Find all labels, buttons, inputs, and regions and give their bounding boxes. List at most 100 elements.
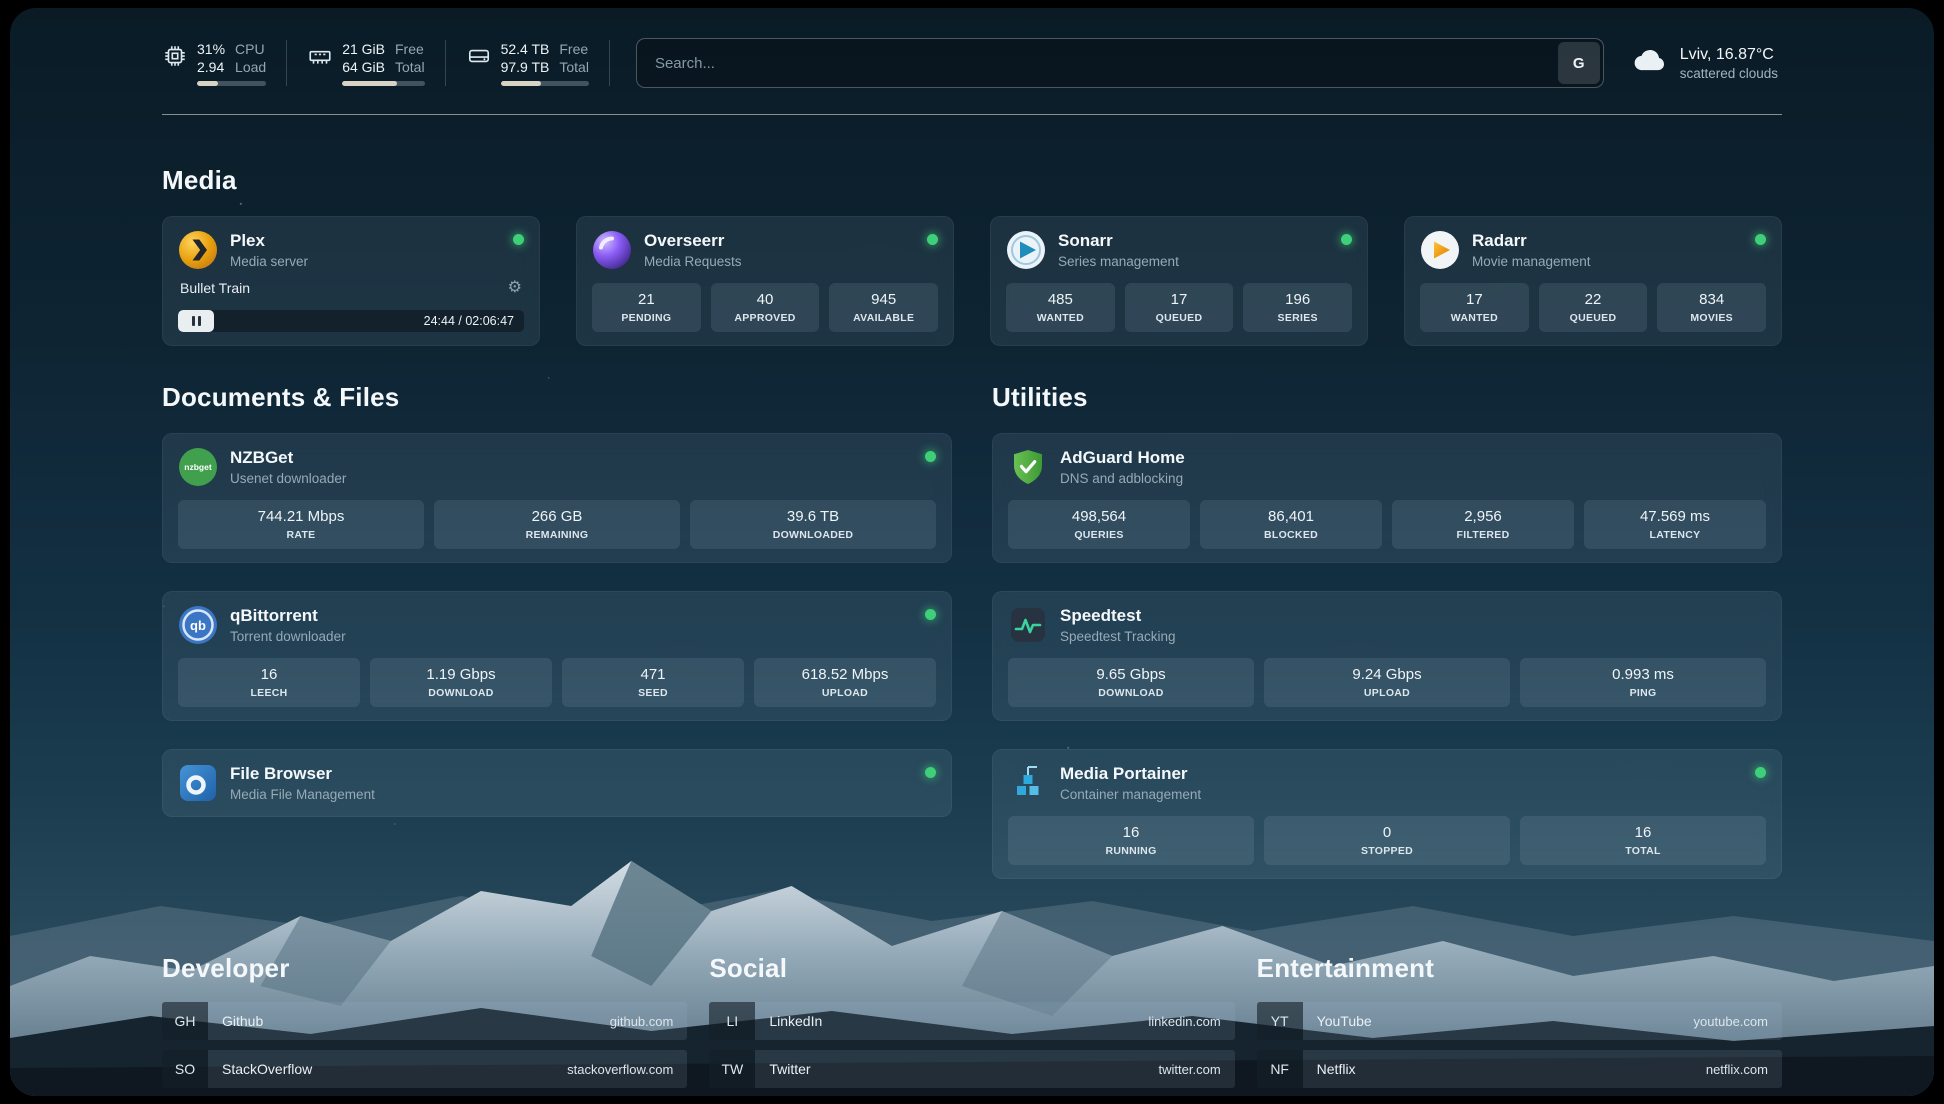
radarr-icon <box>1420 230 1460 270</box>
stat-box: 2,956 FILTERED <box>1392 500 1574 549</box>
stat-label: DOWNLOAD <box>1012 687 1250 699</box>
stat-box: 47.569 ms LATENCY <box>1584 500 1766 549</box>
pause-button[interactable] <box>178 310 214 332</box>
stat-value: 9.65 Gbps <box>1012 666 1250 683</box>
dashboard: 31% 2.94 CPU Load <box>10 8 1934 1096</box>
stat-value: 21 <box>596 291 697 308</box>
stat-box: 21 PENDING <box>592 283 701 332</box>
stat-label: RATE <box>182 529 420 541</box>
card-subtitle: Media Requests <box>644 254 742 269</box>
bookmark-github[interactable]: GH Github github.com <box>162 1002 687 1040</box>
nzbget-card[interactable]: nzbget NZBGet Usenet downloader 744.21 M… <box>162 433 952 563</box>
stat-value: 266 GB <box>438 508 676 525</box>
card-subtitle: Media File Management <box>230 787 375 802</box>
stat-value: 744.21 Mbps <box>182 508 420 525</box>
memory-total-value: 64 GiB <box>342 58 385 76</box>
overseerr-card[interactable]: Overseerr Media Requests 21 PENDING 40 A… <box>576 216 954 346</box>
card-subtitle: Speedtest Tracking <box>1060 629 1176 644</box>
stat-label: QUERIES <box>1012 529 1186 541</box>
bookmark-abbr: NF <box>1257 1050 1303 1088</box>
resource-widgets: 31% 2.94 CPU Load <box>162 40 610 86</box>
stat-label: REMAINING <box>438 529 676 541</box>
status-dot <box>1755 767 1766 778</box>
radarr-card[interactable]: Radarr Movie management 17 WANTED 22 QUE… <box>1404 216 1782 346</box>
stat-label: STOPPED <box>1268 845 1506 857</box>
search-provider-button[interactable]: G <box>1558 42 1600 84</box>
svg-text:nzbget: nzbget <box>184 462 212 472</box>
stat-box: 9.65 Gbps DOWNLOAD <box>1008 658 1254 707</box>
memory-usage-bar <box>342 81 424 86</box>
stat-value: 39.6 TB <box>694 508 932 525</box>
bookmark-stackoverflow[interactable]: SO StackOverflow stackoverflow.com <box>162 1050 687 1088</box>
search-input[interactable] <box>653 54 1558 73</box>
stat-label: DOWNLOADED <box>694 529 932 541</box>
stat-label: AVAILABLE <box>833 312 934 324</box>
bookmark-url: linkedin.com <box>1148 1014 1234 1029</box>
card-title: Overseerr <box>644 231 742 251</box>
playback-time: 24:44 / 02:06:47 <box>424 314 524 328</box>
bookmark-abbr: GH <box>162 1002 208 1040</box>
adguard-icon <box>1008 447 1048 487</box>
bookmark-name: Github <box>208 1013 263 1029</box>
stat-value: 16 <box>182 666 356 683</box>
stat-value: 1.19 Gbps <box>374 666 548 683</box>
search-bar[interactable]: G <box>636 38 1604 88</box>
overseerr-icon <box>592 230 632 270</box>
speedtest-card[interactable]: Speedtest Speedtest Tracking 9.65 Gbps D… <box>992 591 1782 721</box>
bookmark-abbr: TW <box>709 1050 755 1088</box>
plex-card[interactable]: Plex Media server Bullet Train ⚙ 24:44 /… <box>162 216 540 346</box>
stat-value: 17 <box>1424 291 1525 308</box>
stat-value: 2,956 <box>1396 508 1570 525</box>
cpu-percent: 31% <box>197 40 225 58</box>
speedtest-icon <box>1008 605 1048 645</box>
playback-progress-bar[interactable]: 24:44 / 02:06:47 <box>178 310 524 332</box>
stat-box: 498,564 QUERIES <box>1008 500 1190 549</box>
adguard-card[interactable]: AdGuard Home DNS and adblocking 498,564 … <box>992 433 1782 563</box>
bookmark-linkedin[interactable]: LI LinkedIn linkedin.com <box>709 1002 1234 1040</box>
memory-total-label: Total <box>395 58 425 76</box>
stat-value: 9.24 Gbps <box>1268 666 1506 683</box>
qbittorrent-card[interactable]: qb qBittorrent Torrent downloader 16 LEE… <box>162 591 952 721</box>
stat-box: 16 RUNNING <box>1008 816 1254 865</box>
stat-box: 945 AVAILABLE <box>829 283 938 332</box>
section-title-entertainment: Entertainment <box>1257 953 1782 984</box>
stat-box: 0.993 ms PING <box>1520 658 1766 707</box>
bookmark-youtube[interactable]: YT YouTube youtube.com <box>1257 1002 1782 1040</box>
stat-value: 0.993 ms <box>1524 666 1762 683</box>
bookmark-name: Twitter <box>755 1061 810 1077</box>
bookmark-abbr: SO <box>162 1050 208 1088</box>
bookmark-twitter[interactable]: TW Twitter twitter.com <box>709 1050 1234 1088</box>
sonarr-card[interactable]: Sonarr Series management 485 WANTED 17 Q… <box>990 216 1368 346</box>
card-subtitle: Series management <box>1058 254 1179 269</box>
disk-total-label: Total <box>559 58 589 76</box>
card-subtitle: Movie management <box>1472 254 1591 269</box>
status-dot <box>513 234 524 245</box>
stat-label: BLOCKED <box>1204 529 1378 541</box>
section-title-media: Media <box>162 165 1782 196</box>
media-grid: Plex Media server Bullet Train ⚙ 24:44 /… <box>162 216 1782 346</box>
card-subtitle: DNS and adblocking <box>1060 471 1185 486</box>
card-subtitle: Usenet downloader <box>230 471 346 486</box>
social-group: Social LI LinkedIn linkedin.com TW Twitt… <box>709 953 1234 1096</box>
weather-location: Lviv, 16.87°C <box>1680 46 1778 64</box>
portainer-icon <box>1008 763 1048 803</box>
qbittorrent-icon: qb <box>178 605 218 645</box>
media-section: Media Plex Media server <box>162 165 1782 346</box>
portainer-card[interactable]: Media Portainer Container management 16 … <box>992 749 1782 879</box>
stat-label: UPLOAD <box>1268 687 1506 699</box>
card-subtitle: Torrent downloader <box>230 629 346 644</box>
stat-value: 22 <box>1543 291 1644 308</box>
stat-box: 266 GB REMAINING <box>434 500 680 549</box>
bookmark-netflix[interactable]: NF Netflix netflix.com <box>1257 1050 1782 1088</box>
section-title-documents: Documents & Files <box>162 382 952 413</box>
cpu-load-label: Load <box>235 58 266 76</box>
settings-gear-icon[interactable]: ⚙ <box>508 280 522 296</box>
card-subtitle: Media server <box>230 254 308 269</box>
stat-label: WANTED <box>1010 312 1111 324</box>
stat-box: 16 TOTAL <box>1520 816 1766 865</box>
status-dot <box>925 767 936 778</box>
stat-box: 17 WANTED <box>1420 283 1529 332</box>
filebrowser-card[interactable]: File Browser Media File Management <box>162 749 952 817</box>
stat-box: 39.6 TB DOWNLOADED <box>690 500 936 549</box>
card-title: File Browser <box>230 764 375 784</box>
